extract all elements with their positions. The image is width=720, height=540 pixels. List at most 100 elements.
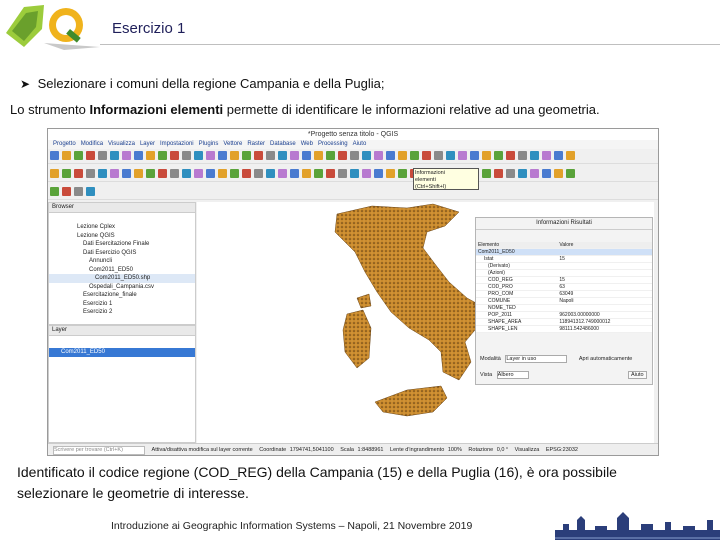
table-row[interactable]: Com2011_ED50: [476, 248, 652, 256]
toolbar-tool-icon[interactable]: [62, 187, 71, 196]
toolbar-tool-icon[interactable]: [266, 169, 275, 178]
toolbar-tool-icon[interactable]: [230, 169, 239, 178]
toolbar-tool-icon[interactable]: [206, 169, 215, 178]
toolbar-tool-icon[interactable]: [386, 151, 395, 160]
toolbar-tool-icon[interactable]: [50, 151, 59, 160]
toolbar-tool-icon[interactable]: [518, 151, 527, 160]
toolbar-tool-icon[interactable]: [554, 169, 563, 178]
browser-item[interactable]: Com2011_ED50.shp: [49, 274, 195, 283]
locator-search-input[interactable]: Scrivere per trovare (Ctrl+K): [53, 446, 145, 455]
toolbar-tool-icon[interactable]: [302, 151, 311, 160]
toolbar-tool-icon[interactable]: [314, 169, 323, 178]
toolbar-tool-icon[interactable]: [182, 169, 191, 178]
toolbar-tool-icon[interactable]: [182, 151, 191, 160]
browser-item[interactable]: Esercitazione_finale: [49, 291, 195, 300]
table-row[interactable]: PRO_COM 63049: [476, 290, 652, 298]
toolbar-tool-icon[interactable]: [566, 169, 575, 178]
toolbar-tool-icon[interactable]: [290, 169, 299, 178]
toolbar-tool-icon[interactable]: [350, 151, 359, 160]
toolbar-tool-icon[interactable]: [410, 151, 419, 160]
toolbar-tool-icon[interactable]: [266, 151, 275, 160]
toolbar-tool-icon[interactable]: [374, 169, 383, 178]
toolbar-tool-icon[interactable]: [74, 151, 83, 160]
toolbar-tool-icon[interactable]: [374, 151, 383, 160]
table-row[interactable]: SHAPE_LEN 98111.542486000: [476, 325, 652, 333]
table-row[interactable]: Istat 15: [476, 255, 652, 263]
browser-item[interactable]: Dati Esercitazione Finale: [49, 240, 195, 249]
toolbar-tool-icon[interactable]: [350, 169, 359, 178]
coordinate-value[interactable]: 1794741,5041100: [290, 447, 334, 453]
toolbar-tool-icon[interactable]: [62, 151, 71, 160]
toolbar-tool-icon[interactable]: [74, 187, 83, 196]
toolbar-tool-icon[interactable]: [86, 169, 95, 178]
menu-item[interactable]: Visualizza: [108, 141, 135, 147]
toolbar-tool-icon[interactable]: [314, 151, 323, 160]
toolbar-tool-icon[interactable]: [170, 169, 179, 178]
toolbar-tool-icon[interactable]: [422, 151, 431, 160]
toolbar-tool-icon[interactable]: [50, 169, 59, 178]
toolbar-tool-icon[interactable]: [290, 151, 299, 160]
toolbar-tool-icon[interactable]: [482, 151, 491, 160]
crs-button[interactable]: EPSG:23032: [546, 447, 578, 453]
toolbar-tool-icon[interactable]: [134, 169, 143, 178]
table-row[interactable]: COMUNE Napoli: [476, 297, 652, 305]
toolbar-tool-icon[interactable]: [518, 169, 527, 178]
toolbar-tool-icon[interactable]: [326, 151, 335, 160]
toolbar-tool-icon[interactable]: [158, 151, 167, 160]
toolbar-tool-icon[interactable]: [122, 151, 131, 160]
browser-item[interactable]: Com2011_ED50: [49, 266, 195, 275]
browser-item[interactable]: Dati Esercizio QGIS: [49, 249, 195, 258]
menu-item[interactable]: Web: [301, 141, 313, 147]
toolbar-tool-icon[interactable]: [434, 151, 443, 160]
toolbar-tool-icon[interactable]: [278, 169, 287, 178]
menu-item[interactable]: Layer: [140, 141, 155, 147]
auto-open-checkbox[interactable]: Apri automaticamente: [579, 356, 633, 362]
toolbar-tool-icon[interactable]: [86, 151, 95, 160]
toolbar-tool-icon[interactable]: [386, 169, 395, 178]
toolbar-tool-icon[interactable]: [494, 151, 503, 160]
toolbar-tool-icon[interactable]: [482, 169, 491, 178]
toolbar-tool-icon[interactable]: [398, 151, 407, 160]
toolbar-tool-icon[interactable]: [254, 151, 263, 160]
toolbar-tool-icon[interactable]: [542, 169, 551, 178]
table-row[interactable]: POP_2011 962003.00000000: [476, 311, 652, 319]
table-row[interactable]: (Azioni): [476, 269, 652, 277]
toolbar-tool-icon[interactable]: [470, 151, 479, 160]
toolbar-tool-icon[interactable]: [170, 151, 179, 160]
rotation-value[interactable]: 0,0 °: [497, 447, 508, 453]
menu-item[interactable]: Processing: [318, 141, 348, 147]
toolbar-tool-icon[interactable]: [110, 151, 119, 160]
menu-item[interactable]: Aiuto: [353, 141, 367, 147]
toolbar-tool-icon[interactable]: [338, 169, 347, 178]
mode-select[interactable]: Layer in uso: [505, 355, 568, 363]
toolbar-tool-icon[interactable]: [278, 151, 287, 160]
toolbar-tool-icon[interactable]: [242, 169, 251, 178]
scale-value[interactable]: 1:8488961: [357, 447, 383, 453]
table-row[interactable]: SHAPE_AREA 118941312.749000012: [476, 318, 652, 326]
menu-item[interactable]: Modifica: [81, 141, 103, 147]
toolbar-tool-icon[interactable]: [254, 169, 263, 178]
toolbar-tool-icon[interactable]: [110, 169, 119, 178]
magnifier-value[interactable]: 100%: [448, 447, 462, 453]
menu-item[interactable]: Progetto: [53, 141, 76, 147]
menu-item[interactable]: Impostazioni: [160, 141, 194, 147]
toolbar-tool-icon[interactable]: [530, 151, 539, 160]
toolbar-tool-icon[interactable]: [566, 151, 575, 160]
toolbar-tool-icon[interactable]: [146, 169, 155, 178]
table-row[interactable]: COD_PRO 63: [476, 283, 652, 291]
toolbar-tool-icon[interactable]: [506, 169, 515, 178]
menu-item[interactable]: Plugins: [199, 141, 219, 147]
toolbar-tool-icon[interactable]: [494, 169, 503, 178]
toolbar-tool-icon[interactable]: [242, 151, 251, 160]
layer-item-selected[interactable]: Com2011_ED50: [49, 348, 195, 357]
toolbar-tool-icon[interactable]: [230, 151, 239, 160]
render-checkbox[interactable]: Visualizza: [515, 447, 540, 453]
toolbar-tool-icon[interactable]: [506, 151, 515, 160]
table-row[interactable]: NOME_TED: [476, 304, 652, 312]
browser-item[interactable]: Lezione QGIS: [49, 232, 195, 241]
menu-item[interactable]: Database: [270, 141, 296, 147]
table-row[interactable]: COD_REG 15: [476, 276, 652, 284]
toolbar-tool-icon[interactable]: [206, 151, 215, 160]
menu-item[interactable]: Vettore: [223, 141, 242, 147]
toolbar-tool-icon[interactable]: [218, 151, 227, 160]
